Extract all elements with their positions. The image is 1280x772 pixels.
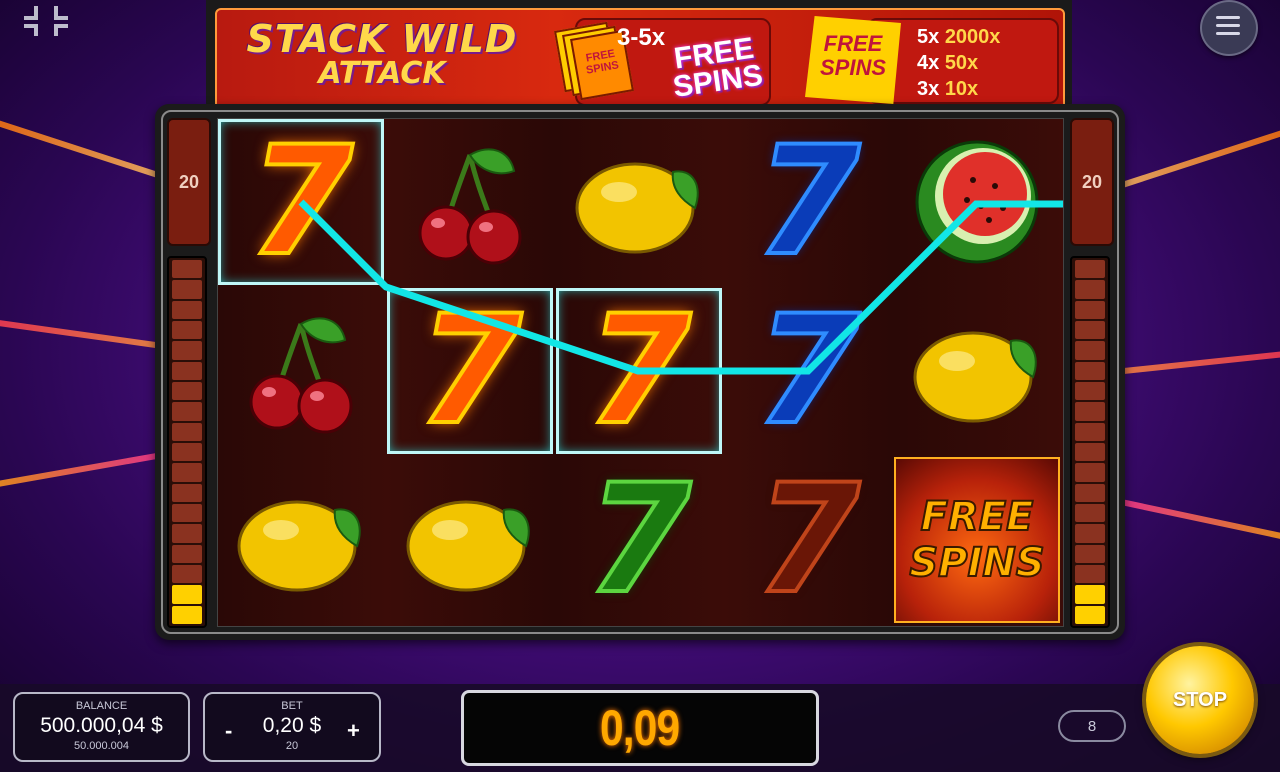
bg-streak <box>0 452 160 494</box>
meter-segment <box>172 320 202 340</box>
meter-segment <box>1075 381 1105 401</box>
meter-segment <box>172 564 202 584</box>
meter-segment <box>1075 422 1105 441</box>
balance-label: BALANCE <box>75 700 128 712</box>
logo-line2: ATTACK <box>318 56 446 91</box>
meter-segment <box>172 381 202 401</box>
menu-button[interactable] <box>1200 0 1258 56</box>
meter-segment <box>1075 280 1105 299</box>
meter-segment <box>1075 605 1105 624</box>
meter-segment <box>1075 544 1105 563</box>
logo-line1: STACK WILD <box>246 17 518 61</box>
bet-panel: BET 0,20 $ 20 - + <box>203 692 381 762</box>
meter-segment <box>172 361 202 380</box>
meter-segment <box>172 280 202 299</box>
bet-decrease-button[interactable]: - <box>225 718 232 744</box>
balance-credits: 50.000.004 <box>73 740 130 752</box>
balance-value: 500.000,04 $ <box>40 714 163 737</box>
lines-count-left: 20 <box>167 118 211 246</box>
meter-segment <box>1075 483 1105 502</box>
meter-segment <box>1075 361 1105 380</box>
win-amount: 0,09 <box>600 700 680 756</box>
meter-segment <box>172 402 202 421</box>
meter-segment <box>172 585 202 604</box>
win-display: 0,09 <box>461 690 819 766</box>
bg-streak <box>1121 499 1280 547</box>
meter-segment <box>172 605 202 624</box>
reel-grid: 7 7 7 7 7 7 7 FREE SPINS <box>217 118 1064 627</box>
hamburger-icon <box>1216 16 1240 19</box>
meter-segment <box>1075 300 1105 319</box>
meter-segment <box>1075 463 1105 482</box>
meter-segment <box>1075 320 1105 340</box>
meter-segment <box>172 260 202 279</box>
promo-text: FREE SPINS <box>671 31 765 104</box>
paytable-row: 4x 50x <box>917 52 979 74</box>
game-banner: STACK WILD ATTACK FREE SPINS 3-5x FREE S… <box>206 0 1072 112</box>
meter-segment <box>172 300 202 319</box>
meter-segment <box>1075 503 1105 523</box>
promo-multiplier: 3-5x <box>617 24 666 51</box>
meter-segment <box>1075 585 1105 604</box>
free-spins-promo: FREE SPINS 3-5x FREE SPINS <box>554 18 771 106</box>
meter-segment <box>172 544 202 563</box>
free-spins-badge: FREE SPINS <box>805 16 901 104</box>
meter-segment <box>1075 402 1105 421</box>
bet-label: BET <box>281 700 303 712</box>
meter-segment <box>172 524 202 543</box>
payline <box>298 199 1063 375</box>
paytable-row: 5x 2000x <box>917 26 1001 48</box>
bg-streak <box>0 314 180 352</box>
meter-segment <box>172 442 202 462</box>
meter-segment <box>1075 564 1105 584</box>
autoplay-count-button[interactable]: 8 <box>1058 710 1126 742</box>
meter-segment <box>1075 524 1105 543</box>
bet-increase-button[interactable]: + <box>347 718 360 744</box>
meter-segment <box>172 503 202 523</box>
exit-fullscreen-icon[interactable] <box>22 6 70 36</box>
meter-segment <box>1075 260 1105 279</box>
left-meter <box>167 256 207 628</box>
paytable-row: 3x 10x <box>917 78 979 100</box>
right-meter <box>1070 256 1110 628</box>
balance-panel: BALANCE 500.000,04 $ 50.000.004 <box>13 692 190 762</box>
lines-count-right: 20 <box>1070 118 1114 246</box>
meter-segment <box>172 463 202 482</box>
meter-segment <box>1075 442 1105 462</box>
meter-segment <box>172 341 202 360</box>
meter-segment <box>1075 341 1105 360</box>
stop-spin-button[interactable]: STOP <box>1146 646 1254 754</box>
paytable-promo: 5x 2000x 4x 50x 3x 10x FREE SPINS <box>795 12 1063 106</box>
game-logo: STACK WILD ATTACK <box>237 20 527 90</box>
meter-segment <box>172 422 202 441</box>
meter-segment <box>172 483 202 502</box>
